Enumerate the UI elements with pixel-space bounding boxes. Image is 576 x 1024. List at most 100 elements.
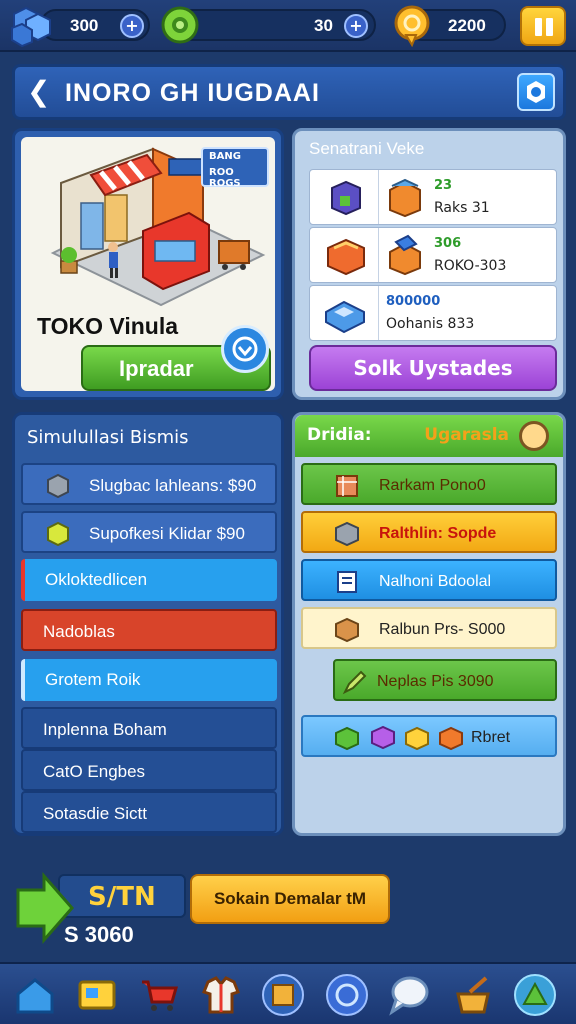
sim-row[interactable]: Sotasdie Sictt (21, 791, 277, 833)
triangle-icon[interactable] (512, 972, 558, 1018)
pause-icon (535, 18, 542, 36)
upgrade-row-label: Ralthlin: Sopde (379, 525, 497, 542)
store-sign-line2: ROO ROGS (209, 167, 241, 189)
sim-row-label: Grotem Roik (45, 670, 141, 689)
upgrades-header-right: Ugarasla (424, 425, 509, 445)
ticket-icon[interactable] (74, 972, 120, 1018)
add-gear-button[interactable]: + (344, 14, 368, 38)
sim-row-label: Okloktedlicen (45, 570, 148, 589)
sim-row[interactable]: Okloktedlicen (21, 559, 277, 601)
gear-icon[interactable] (519, 421, 549, 451)
upgrade-badge[interactable] (221, 325, 269, 373)
sim-row-label: Slugbac lahleans: $90 (89, 476, 257, 495)
crate-icon (336, 475, 358, 497)
store-name: TOKO Vinula (37, 313, 179, 339)
cube-icon (335, 521, 359, 547)
stat-row: 800000 Oohanis 833 (309, 285, 557, 341)
cash-tab: S/TN (58, 874, 186, 918)
sim-row-label: CatO Engbes (43, 762, 146, 781)
upgrade-row-label: Neplas Pis 3090 (377, 673, 494, 690)
sim-row[interactable]: CatO Engbes (21, 749, 277, 791)
upgrade-row[interactable]: Rarkam Pono0 (301, 463, 557, 505)
upgrade-row-label: Ralbun Prs- S000 (379, 621, 506, 638)
sim-row-label: Nadoblas (43, 622, 115, 641)
upgrade-row[interactable]: Ralbun Prs- S000 (301, 607, 557, 649)
simulation-title: Simulullasi Bismis (27, 427, 189, 448)
sim-row[interactable]: Slugbac lahleans: $90 (21, 463, 277, 505)
cash-button[interactable]: S/TN S 3060 (14, 870, 186, 950)
shirt-icon[interactable] (198, 972, 244, 1018)
gear-icon (161, 6, 199, 44)
crate-icon (327, 238, 365, 276)
add-gems-button[interactable]: + (120, 14, 144, 38)
upgrade-row[interactable]: Neplas Pis 3090 (333, 659, 557, 701)
tools-icon[interactable] (450, 972, 496, 1018)
settings-icon (527, 81, 545, 103)
stat-bottom-value: ROKO-303 (434, 258, 507, 274)
sim-row[interactable]: Supofkesi Klidar $90 (21, 511, 277, 553)
stat-bottom-value: Oohanis 833 (386, 316, 475, 332)
sim-row-label: Supofkesi Klidar $90 (89, 524, 245, 543)
orange-block-icon (439, 726, 463, 751)
crate-nav-icon[interactable] (260, 972, 306, 1018)
resource-bar: 300 + 30 + 2200 (0, 0, 576, 52)
package-icon (389, 234, 421, 276)
sim-row[interactable]: Grotem Roik (21, 659, 277, 701)
crate-icon (389, 178, 421, 218)
home-icon[interactable] (12, 972, 58, 1018)
yellow-block-icon (405, 726, 429, 751)
stock-upgrades-button[interactable]: Solk Uystades (309, 345, 557, 391)
pencil-icon (342, 670, 367, 695)
gems-counter: 300 + (40, 9, 150, 41)
back-button[interactable]: ❮ (27, 77, 50, 107)
store-sign-badge: BANG ROO ROGS (201, 147, 269, 189)
simulation-panel: Simulullasi Bismis Slugbac lahleans: $90… (12, 412, 284, 836)
upgrade-row[interactable]: Rbret (301, 715, 557, 757)
pause-icon (546, 18, 553, 36)
cart-icon[interactable] (136, 972, 182, 1018)
settings-button[interactable] (517, 73, 555, 111)
demand-button[interactable]: Sokain Demalar tM (190, 874, 390, 924)
gems-icon (11, 6, 51, 48)
store-sign-line1: BANG (209, 151, 241, 162)
shield-icon (232, 336, 258, 362)
stat-top-value: 23 (434, 178, 453, 193)
coins-value: 2200 (448, 16, 486, 35)
bottom-nav (0, 962, 576, 1024)
upgrade-row-label: Nalhoni Bdoolal (379, 573, 492, 590)
tray-icon (325, 300, 365, 334)
chat-icon[interactable] (324, 972, 370, 1018)
stat-row: 23 Raks 31 (309, 169, 557, 225)
stat-top-value: 306 (434, 236, 462, 251)
stat-top-value: 800000 (386, 294, 441, 309)
sim-row[interactable]: Nadoblas (21, 609, 277, 651)
speech-bubble-icon[interactable] (386, 972, 432, 1018)
stat-bottom-value: Raks 31 (434, 200, 490, 216)
upgrade-row[interactable]: Nalhoni Bdoolal (301, 559, 557, 601)
box-icon (335, 617, 359, 643)
upgrades-header: Dridia: Ugarasla (295, 415, 563, 457)
stats-title: Senatrani Veke (309, 139, 425, 158)
cube-icon (47, 521, 69, 547)
cash-amount: S 3060 (64, 922, 134, 947)
document-icon (337, 571, 357, 593)
stat-row: 306 ROKO-303 (309, 227, 557, 283)
upgrade-row[interactable]: Ralthlin: Sopde (301, 511, 557, 553)
page-title: INORO GH IUGDAAI (65, 79, 320, 107)
stats-card: Senatrani Veke 23 Raks 31 306 ROKO-303 8… (292, 128, 566, 400)
upgrade-row-label: Rarkam Pono0 (379, 477, 486, 494)
upgrades-panel: Dridia: Ugarasla Rarkam Pono0 Ralthlin: … (292, 412, 566, 836)
cube-icon (47, 473, 69, 499)
sim-row[interactable]: Inplenna Boham (21, 707, 277, 749)
green-block-icon (335, 726, 359, 751)
purple-block-icon (371, 725, 395, 750)
store-card: BANG ROO ROGS TOKO Vinula Ipradar (12, 128, 284, 400)
box-icon (331, 180, 361, 216)
upgrades-header-left: Dridia: (307, 425, 372, 445)
sim-row-label: Inplenna Boham (43, 720, 167, 739)
gems-value: 300 (70, 16, 99, 35)
cash-label: S/TN (88, 882, 156, 912)
pause-button[interactable] (520, 6, 566, 46)
gear-counter: 30 + (176, 9, 376, 41)
coin-icon (394, 5, 430, 47)
